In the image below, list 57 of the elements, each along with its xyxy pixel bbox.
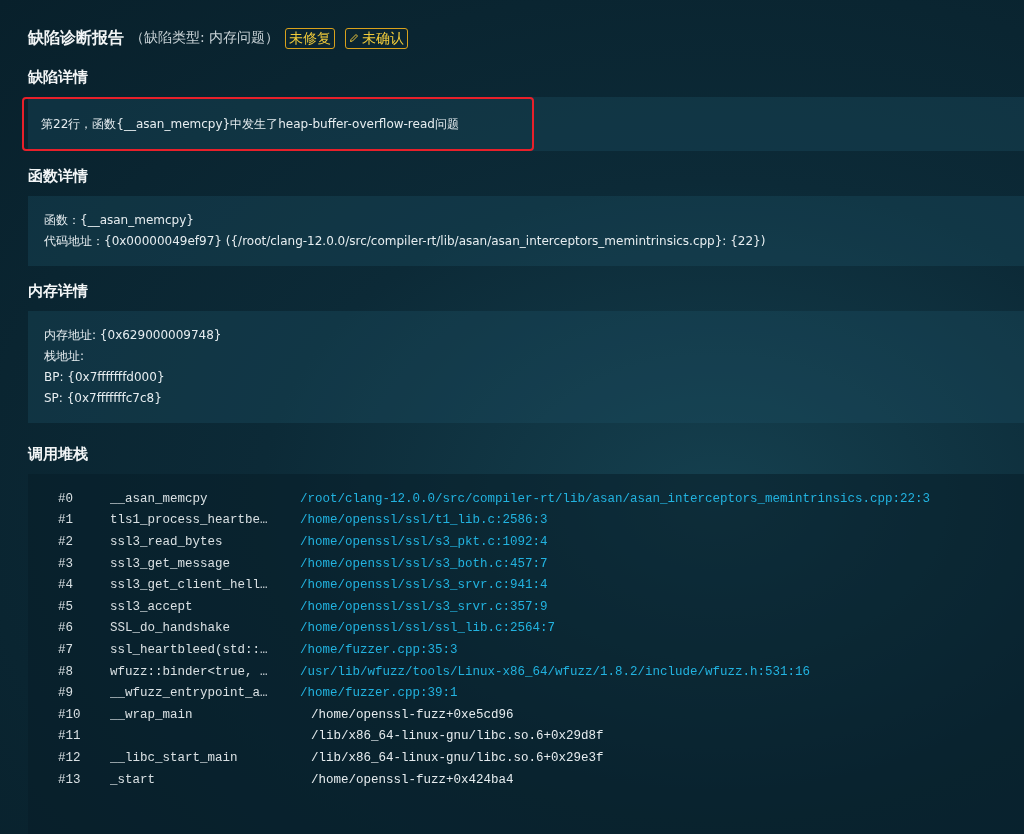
function-name: wfuzz::binder<true, … xyxy=(110,664,268,679)
memory-detail-line: 栈地址: xyxy=(44,348,86,365)
source-location-link[interactable]: /home/openssl/ssl/s3_srvr.c:941:4 xyxy=(300,578,548,593)
function-name: tls1_process_heartbe… xyxy=(110,513,268,528)
binary-location: /home/openssl-fuzz+0x424ba4 xyxy=(311,772,514,787)
memory-detail-line: SP: {0x7fffffffc7c8} xyxy=(44,390,163,407)
source-location-link[interactable]: /home/openssl/ssl/s3_both.c:457:7 xyxy=(300,556,548,571)
binary-location: /lib/x86_64-linux-gnu/libc.so.6+0x29e3f xyxy=(311,750,604,765)
frame-index: #4 xyxy=(58,578,74,593)
source-location-link[interactable]: /home/openssl/ssl/ssl_lib.c:2564:7 xyxy=(300,621,556,636)
source-location-link[interactable]: /usr/lib/wfuzz/tools/Linux-x86_64/wfuzz/1.8.2/include/wfuzz.h:531:16 xyxy=(300,664,811,679)
frame-index: #2 xyxy=(58,535,74,549)
function-name: __asan_memcpy xyxy=(110,491,208,506)
binary-location: /home/openssl-fuzz+0xe5cd96 xyxy=(311,707,514,722)
function-name: SSL_do_handshake xyxy=(110,621,231,636)
source-location-link[interactable]: /home/fuzzer.cpp:35:3 xyxy=(300,642,458,657)
confirm-status-button[interactable]: 未确认 xyxy=(345,27,409,49)
defect-type-label: （缺陷类型: 内存问题） xyxy=(130,29,280,47)
frame-index: #10 xyxy=(58,707,82,722)
frame-index: #3 xyxy=(58,556,74,571)
defect-description: 第22行，函数{__asan_memcpy}中发生了heap-buffer-overflow-read问题 xyxy=(41,115,459,133)
function-name: ssl3_accept xyxy=(110,599,193,614)
frame-index: #9 xyxy=(58,686,74,701)
function-detail-line: 函数：{__asan_memcpy} xyxy=(44,212,195,229)
function-name: __wrap_main xyxy=(110,707,193,722)
function-name: ssl3_get_client_hell… xyxy=(110,578,268,593)
source-location-link[interactable]: /home/openssl/ssl/s3_pkt.c:1092:4 xyxy=(300,535,548,549)
function-detail-line: 代码地址：{0x00000049ef97} ({/root/clang-12.0.0/src/compiler-rt/lib/asan/asan_interceptors_memintrinsics.cpp}: {22}) xyxy=(44,233,767,250)
memory-detail-line: BP: {0x7fffffffd000} xyxy=(44,369,166,386)
frame-index: #0 xyxy=(58,491,74,506)
section-heading: 缺陷详情 xyxy=(28,68,89,87)
frame-index: #8 xyxy=(58,664,74,679)
frame-index: #7 xyxy=(58,642,74,657)
function-name: ssl3_get_message xyxy=(110,556,231,571)
pencil-icon xyxy=(349,33,360,43)
source-location-link[interactable]: /home/openssl/ssl/s3_srvr.c:357:9 xyxy=(300,599,548,614)
frame-index: #11 xyxy=(58,729,82,744)
source-location-link[interactable]: /home/fuzzer.cpp:39:1 xyxy=(300,686,458,701)
function-name: __wfuzz_entrypoint_a… xyxy=(110,686,268,701)
frame-index: #12 xyxy=(58,750,82,765)
section-heading: 调用堆栈 xyxy=(28,445,89,464)
section-heading: 函数详情 xyxy=(28,167,89,186)
memory-detail-line: 内存地址: {0x629000009748} xyxy=(44,327,223,344)
function-name: ssl3_read_bytes xyxy=(110,535,223,549)
function-name: _start xyxy=(110,772,155,787)
frame-index: #13 xyxy=(58,772,82,787)
section-heading: 内存详情 xyxy=(28,282,89,301)
report-title: 缺陷诊断报告 xyxy=(28,27,124,49)
frame-index: #5 xyxy=(58,599,74,614)
source-location-link[interactable]: /root/clang-12.0.0/src/compiler-rt/lib/asan/asan_interceptors_memintrinsics.cpp:22:3 xyxy=(300,491,931,506)
frame-index: #6 xyxy=(58,621,74,636)
frame-index: #1 xyxy=(58,513,74,528)
source-location-link[interactable]: /home/openssl/ssl/t1_lib.c:2586:3 xyxy=(300,513,548,528)
function-name: __libc_start_main xyxy=(110,750,238,765)
function-name: ssl_heartbleed(std::… xyxy=(110,642,268,657)
status-badge: 未修复 xyxy=(285,27,336,49)
binary-location: /lib/x86_64-linux-gnu/libc.so.6+0x29d8f xyxy=(311,729,604,744)
